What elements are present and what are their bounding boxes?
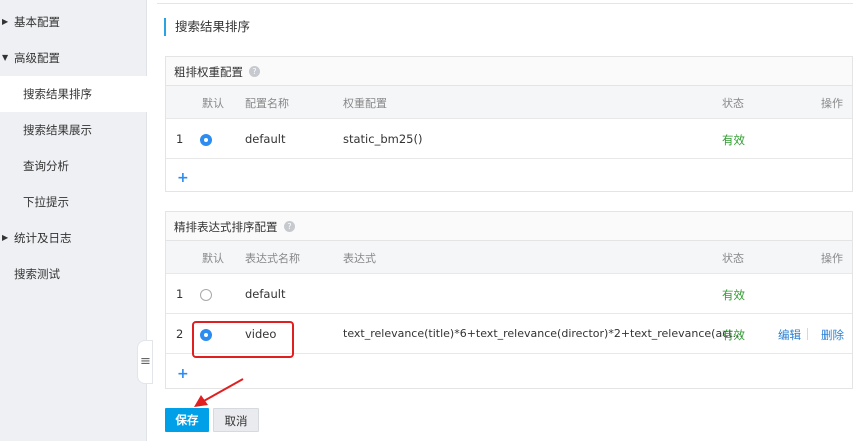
annotation-arrow [194, 378, 244, 407]
panel-header: 精排表达式排序配置 ? [166, 212, 852, 241]
col-expression: 表达式 [343, 252, 376, 265]
top-divider [157, 0, 853, 4]
sidebar-item-result-sorting[interactable]: 搜索结果排序 [0, 76, 147, 112]
weight-config: static_bm25() [343, 132, 423, 146]
caret-right-icon: ▶ [2, 17, 9, 26]
sidebar-collapse-handle[interactable]: ≡ [137, 340, 153, 384]
col-name: 表达式名称 [245, 252, 300, 265]
cancel-button[interactable]: 取消 [213, 408, 259, 432]
sidebar-item-label: 下拉提示 [23, 195, 69, 209]
panel-title: 粗排权重配置 [174, 65, 243, 79]
sidebar-item-advanced-config[interactable]: ▼ 高级配置 [0, 40, 147, 76]
sidebar-item-label: 基本配置 [14, 15, 60, 29]
sidebar: ▶ 基本配置 ▼ 高级配置 搜索结果排序 搜索结果展示 查询分析 下拉提示 ▶ … [0, 0, 147, 441]
caret-right-icon: ▶ [2, 233, 9, 242]
sidebar-item-label: 搜索测试 [14, 267, 60, 281]
table-header: 默认 配置名称 权重配置 状态 操作 [166, 86, 852, 119]
sidebar-item-basic-config[interactable]: ▶ 基本配置 [0, 4, 147, 40]
sidebar-item-dropdown-hints[interactable]: 下拉提示 [0, 184, 147, 220]
col-status: 状态 [722, 252, 744, 265]
add-row-button[interactable]: + [177, 366, 189, 382]
col-action: 操作 [821, 252, 843, 265]
save-button[interactable]: 保存 [165, 408, 209, 432]
fine-ranking-panel: 精排表达式排序配置 ? 默认 表达式名称 表达式 状态 操作 1 default… [165, 211, 853, 389]
sidebar-item-stats-logs[interactable]: ▶ 统计及日志 [0, 220, 147, 256]
sidebar-item-query-analysis[interactable]: 查询分析 [0, 148, 147, 184]
edit-link[interactable]: 编辑 [778, 327, 801, 343]
col-status: 状态 [722, 97, 744, 110]
status-badge: 有效 [722, 328, 745, 342]
sidebar-item-label: 统计及日志 [14, 231, 72, 245]
help-icon[interactable]: ? [284, 221, 295, 232]
menu-icon: ≡ [140, 354, 151, 369]
sidebar-item-result-display[interactable]: 搜索结果展示 [0, 112, 147, 148]
page-title: 搜索结果排序 [164, 18, 250, 36]
highlight-box [192, 321, 294, 358]
col-weight: 权重配置 [343, 97, 387, 110]
status-badge: 有效 [722, 288, 745, 302]
sidebar-item-label: 搜索结果排序 [23, 87, 92, 101]
table-header: 默认 表达式名称 表达式 状态 操作 [166, 241, 852, 274]
rough-ranking-panel: 粗排权重配置 ? 默认 配置名称 权重配置 状态 操作 1 default st… [165, 56, 853, 192]
panel-header: 粗排权重配置 ? [166, 57, 852, 86]
help-icon[interactable]: ? [249, 66, 260, 77]
action-divider [807, 328, 808, 340]
caret-down-icon: ▼ [2, 53, 9, 62]
default-radio[interactable] [200, 134, 212, 146]
col-default: 默认 [202, 252, 224, 265]
row-index: 1 [176, 132, 184, 146]
add-row-button[interactable]: + [177, 170, 189, 186]
col-action: 操作 [821, 97, 843, 110]
col-default: 默认 [202, 97, 224, 110]
expression: text_relevance(title)*6+text_relevance(d… [343, 327, 744, 340]
sidebar-item-label: 查询分析 [23, 159, 69, 173]
table-row: 1 default static_bm25() 有效 [166, 119, 852, 159]
expression-name: default [245, 287, 286, 301]
table-row: 1 default 有效 [166, 274, 852, 314]
row-index: 2 [176, 327, 184, 341]
panel-title: 精排表达式排序配置 [174, 220, 278, 234]
status-badge: 有效 [722, 133, 745, 147]
default-radio[interactable] [200, 289, 212, 301]
sidebar-item-search-test[interactable]: 搜索测试 [0, 256, 147, 292]
config-name: default [245, 132, 286, 146]
delete-link[interactable]: 删除 [821, 327, 844, 343]
sidebar-item-label: 搜索结果展示 [23, 123, 92, 137]
col-name: 配置名称 [245, 97, 289, 110]
row-index: 1 [176, 287, 184, 301]
sidebar-item-label: 高级配置 [14, 51, 60, 65]
